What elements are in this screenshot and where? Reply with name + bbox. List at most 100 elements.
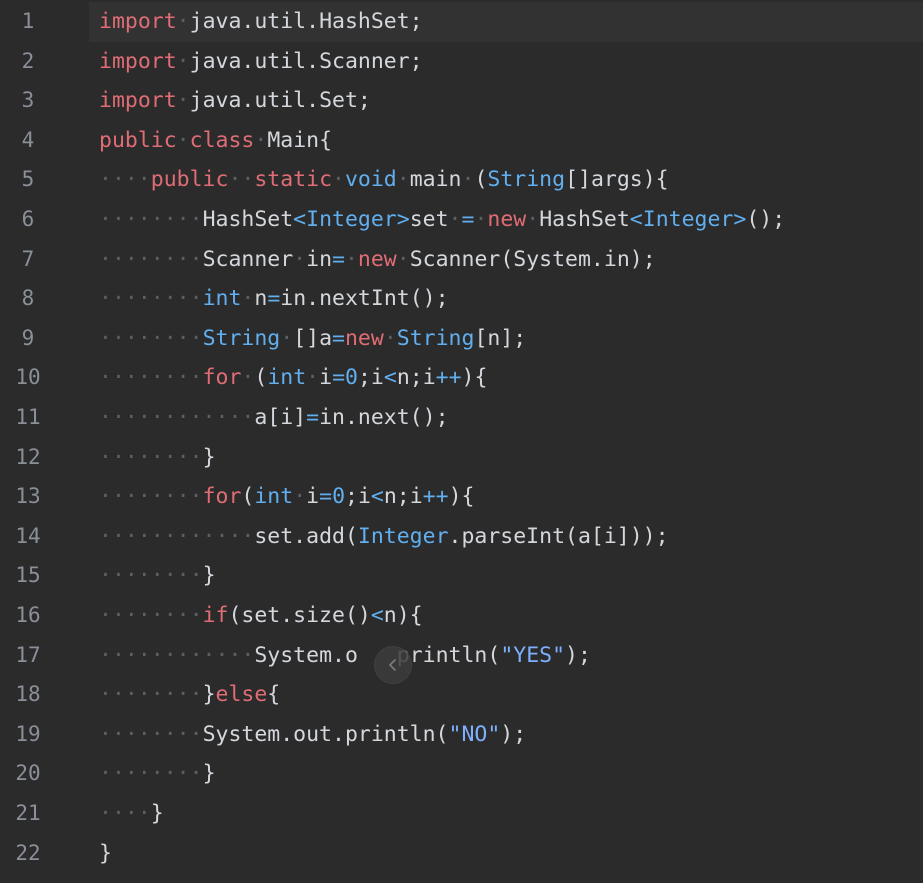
code-line[interactable]: 14 ············set.add(Integer.parseInt(a…	[0, 517, 923, 557]
line-number: 3	[21, 88, 35, 113]
code-token: ············	[99, 523, 255, 549]
code-token: public	[99, 127, 177, 153]
line-number: 17	[15, 642, 41, 667]
code-token: HashSet	[539, 207, 630, 232]
code-token: ;i	[345, 484, 371, 510]
code-token: ··	[228, 167, 255, 193]
line-number: 10	[15, 365, 41, 390]
code-token: (	[254, 365, 268, 391]
code-token: new	[487, 207, 527, 232]
code-token: System.out.println(	[202, 721, 449, 747]
code-line[interactable]: 6 ········HashSet<Integer>set·=·new·HashS…	[0, 200, 923, 240]
code-token: ·	[306, 365, 320, 391]
code-token: <	[629, 207, 643, 232]
code-token: new	[344, 325, 384, 351]
code-token: ········	[99, 682, 203, 708]
code-token: <	[370, 484, 384, 510]
code-token: ·	[176, 127, 190, 153]
code-token: =	[267, 286, 281, 312]
code-token: ········	[99, 603, 203, 628]
line-number: 11	[15, 405, 41, 429]
collapse-button[interactable]	[374, 646, 412, 684]
code-token: ·	[332, 167, 345, 193]
code-token: java.util.HashSet;	[189, 9, 423, 34]
code-token: import	[99, 48, 177, 74]
code-token: ·	[526, 207, 540, 232]
code-token: =	[332, 246, 345, 272]
code-token: ++	[435, 365, 462, 391]
code-token: System.o	[254, 642, 358, 668]
code-token: =	[461, 207, 475, 232]
code-token: java.util.Set;	[189, 88, 371, 114]
code-token: ·	[241, 286, 255, 312]
code-line[interactable]: 3 import·java.util.Set;	[0, 81, 923, 121]
code-token: }	[150, 801, 164, 826]
code-token: ++	[422, 484, 449, 510]
code-line[interactable]: 17 ············System.o println("YES");	[0, 636, 923, 676]
code-token: =	[319, 484, 333, 510]
code-token: );	[565, 642, 591, 668]
code-text: import·java.util.Scanner;	[99, 42, 423, 82]
code-line[interactable]: 16 ········if(set.size()<n){	[0, 596, 923, 636]
code-text: ····}	[99, 794, 164, 834]
code-token: in.nextInt();	[280, 286, 449, 312]
code-line[interactable]: 1 import·java.util.HashSet;	[0, 2, 923, 42]
code-token: ········	[99, 484, 203, 510]
code-line[interactable]: 20 ········}	[0, 754, 923, 794]
code-line[interactable]: 9 ········String·[]a=new·String[n];	[0, 319, 923, 359]
code-token: ············	[99, 405, 255, 430]
code-token: 0	[332, 484, 346, 510]
code-token: []args){	[565, 167, 669, 193]
code-text: ········if(set.size()<n){	[99, 596, 423, 636]
code-token: ········	[99, 365, 203, 391]
line-number: 20	[15, 761, 41, 786]
code-line[interactable]: 15 ········}	[0, 556, 923, 596]
code-token: if	[202, 603, 229, 628]
code-token: ·	[254, 127, 268, 153]
code-line[interactable]: 2 import·java.util.Scanner;	[0, 42, 923, 82]
code-token: Integer	[642, 207, 734, 232]
code-text: ····public··static·void·main·(String[]ar…	[99, 160, 669, 200]
code-token: n	[254, 286, 268, 312]
code-line[interactable]: 10 ········for·(int·i=0;i<n;i++){	[0, 358, 923, 398]
code-token: {	[267, 682, 281, 708]
code-text: ········for(int·i=0;i<n;i++){	[99, 477, 474, 517]
code-token: in.next();	[319, 405, 449, 430]
code-token: n){	[383, 603, 423, 628]
code-token: println(	[396, 642, 501, 668]
code-line[interactable]: 22}	[0, 834, 923, 874]
code-token: String	[396, 325, 475, 351]
code-token: ·	[176, 9, 190, 34]
code-token: "YES"	[500, 642, 566, 668]
code-text: public·class·Main{	[99, 121, 332, 161]
code-line[interactable]: 18 ········}else{	[0, 675, 923, 715]
code-line[interactable]: 5 ····public··static·void·main·(String[]a…	[0, 160, 923, 200]
code-token: Integer	[357, 523, 449, 549]
code-line[interactable]: 11 ············a[i]=in.next();	[0, 398, 923, 438]
code-token: int	[254, 484, 294, 510]
code-line[interactable]: 19 ········System.out.println("NO");	[0, 715, 923, 755]
code-token: ·	[448, 207, 462, 232]
code-token: ········	[99, 444, 203, 470]
code-line[interactable]: 21 ····}	[0, 794, 923, 834]
code-text: ············a[i]=in.next();	[99, 398, 449, 438]
chevron-left-icon	[389, 659, 396, 671]
code-token: i	[319, 365, 333, 391]
code-line[interactable]: 13 ········for(int·i=0;i<n;i++){	[0, 477, 923, 517]
code-line[interactable]: 8 ········int·n=in.nextInt();	[0, 279, 923, 319]
line-number: 8	[21, 286, 35, 311]
line-number: 9	[21, 325, 35, 350]
code-token: void	[344, 167, 397, 193]
code-editor[interactable]: 1 import·java.util.HashSet; 2 import·java.u…	[0, 2, 923, 883]
code-token: ············	[99, 642, 255, 668]
code-token: }	[99, 840, 112, 866]
line-number: 13	[15, 484, 41, 509]
code-line[interactable]: 4 public·class·Main{	[0, 121, 923, 161]
code-token: public	[150, 167, 229, 193]
code-text: }	[99, 834, 112, 874]
code-line[interactable]: 7 ········Scanner·in=·new·Scanner(System.…	[0, 240, 923, 280]
code-token: ········	[99, 246, 203, 272]
code-line[interactable]: 12 ········}	[0, 438, 923, 478]
code-text: import·java.util.Set;	[99, 81, 371, 121]
code-token: =	[306, 405, 320, 430]
